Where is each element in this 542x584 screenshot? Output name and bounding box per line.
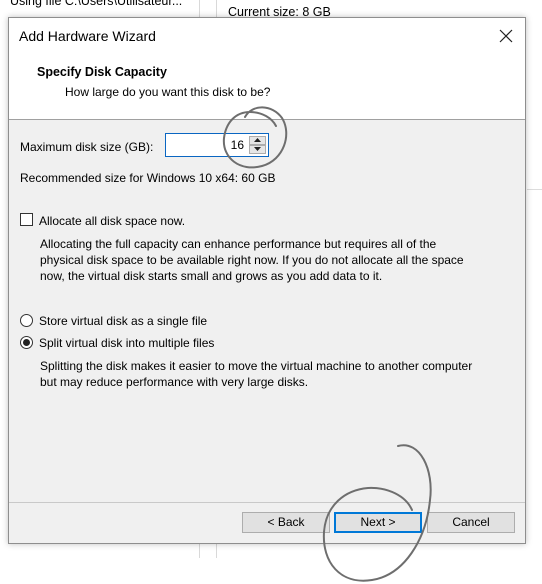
background-divider: [199, 544, 200, 558]
split-description-line: but may reduce performance with very lar…: [40, 375, 309, 389]
max-disk-size-label: Maximum disk size (GB):: [20, 140, 154, 154]
cancel-button[interactable]: Cancel: [427, 512, 515, 533]
split-files-label[interactable]: Split virtual disk into multiple files: [39, 336, 214, 350]
wizard-header: Specify Disk Capacity How large do you w…: [9, 54, 525, 120]
allocate-description-line: physical disk space to be available righ…: [40, 253, 464, 267]
background-divider: [527, 189, 542, 190]
footer-separator: [9, 502, 525, 503]
dialog-title: Add Hardware Wizard: [19, 28, 156, 44]
dialog-titlebar: Add Hardware Wizard: [9, 18, 525, 54]
max-disk-size-spinner[interactable]: 16: [165, 133, 269, 157]
split-description-line: Splitting the disk makes it easier to mo…: [40, 359, 473, 373]
next-button[interactable]: Next >: [334, 512, 422, 533]
header-subtitle: How large do you want this disk to be?: [65, 85, 271, 99]
close-icon[interactable]: [497, 27, 515, 45]
back-button[interactable]: < Back: [242, 512, 330, 533]
triangle-up-icon: [254, 138, 261, 142]
background-divider: [216, 544, 217, 558]
allocate-description-line: now, the virtual disk starts small and g…: [40, 269, 383, 283]
allocate-description: Allocating the full capacity can enhance…: [40, 236, 464, 284]
split-files-radio[interactable]: [20, 336, 33, 349]
header-title: Specify Disk Capacity: [37, 65, 167, 79]
single-file-label[interactable]: Store virtual disk as a single file: [39, 314, 207, 328]
spinner-buttons: [249, 136, 266, 154]
spinner-down-button[interactable]: [249, 145, 266, 154]
single-file-radio[interactable]: [20, 314, 33, 327]
allocate-description-line: Allocating the full capacity can enhance…: [40, 237, 437, 251]
max-disk-size-value[interactable]: 16: [231, 138, 244, 152]
background-file-path: Using file C:\Users\Utilisateur...: [10, 0, 183, 8]
spinner-up-button[interactable]: [249, 136, 266, 145]
triangle-down-icon: [254, 147, 261, 151]
radio-selected-dot: [23, 339, 30, 346]
split-description: Splitting the disk makes it easier to mo…: [40, 358, 472, 390]
add-hardware-wizard-dialog: Add Hardware Wizard Specify Disk Capacit…: [8, 17, 526, 544]
allocate-all-label[interactable]: Allocate all disk space now.: [39, 214, 185, 228]
recommended-size-text: Recommended size for Windows 10 x64: 60 …: [20, 171, 276, 185]
allocate-all-checkbox[interactable]: [20, 213, 33, 226]
